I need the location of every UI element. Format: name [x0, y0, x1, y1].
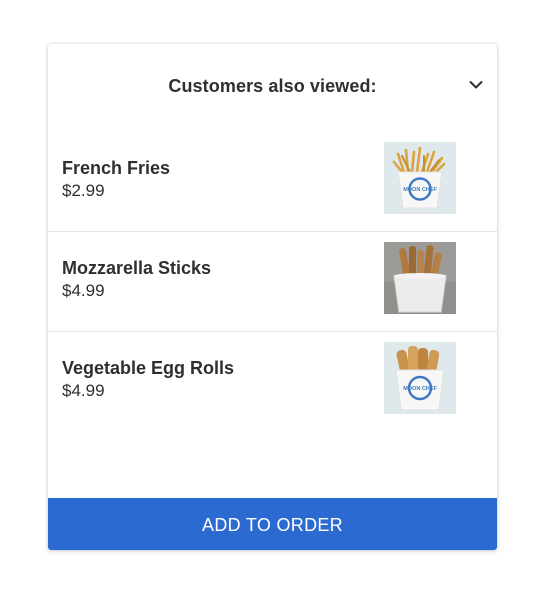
panel-title: Customers also viewed:	[168, 76, 377, 96]
list-item-french-fries[interactable]: French Fries $2.99 MOON CHEF	[48, 132, 497, 232]
list-item-mozzarella-sticks[interactable]: Mozzarella Sticks $4.99	[48, 232, 497, 332]
list-item-vegetable-egg-rolls[interactable]: Vegetable Egg Rolls $4.99 MOON CHEF	[48, 332, 497, 431]
egg-rolls-cup-image: MOON CHEF	[384, 342, 456, 414]
item-price: $4.99	[62, 281, 105, 300]
cup-logo-text: MOON CHEF	[403, 386, 437, 392]
item-price: $2.99	[62, 181, 105, 200]
french-fries-cup-image: MOON CHEF	[384, 142, 456, 214]
chevron-down-icon[interactable]	[469, 80, 483, 90]
item-name: French Fries	[62, 158, 171, 178]
item-price: $4.99	[62, 381, 105, 400]
add-to-order-button[interactable]: ADD TO ORDER	[48, 498, 497, 550]
item-name: Vegetable Egg Rolls	[62, 358, 235, 378]
recommendation-list: French Fries $2.99 MOON CHEF Mozzarella …	[48, 132, 497, 431]
item-name: Mozzarella Sticks	[62, 258, 212, 278]
mozzarella-sticks-cup-image	[384, 242, 456, 314]
customers-also-viewed-panel: Customers also viewed: French Fries $2.9…	[48, 44, 497, 550]
cup-logo-text: MOON CHEF	[403, 187, 437, 193]
panel-header[interactable]: Customers also viewed:	[48, 44, 497, 126]
